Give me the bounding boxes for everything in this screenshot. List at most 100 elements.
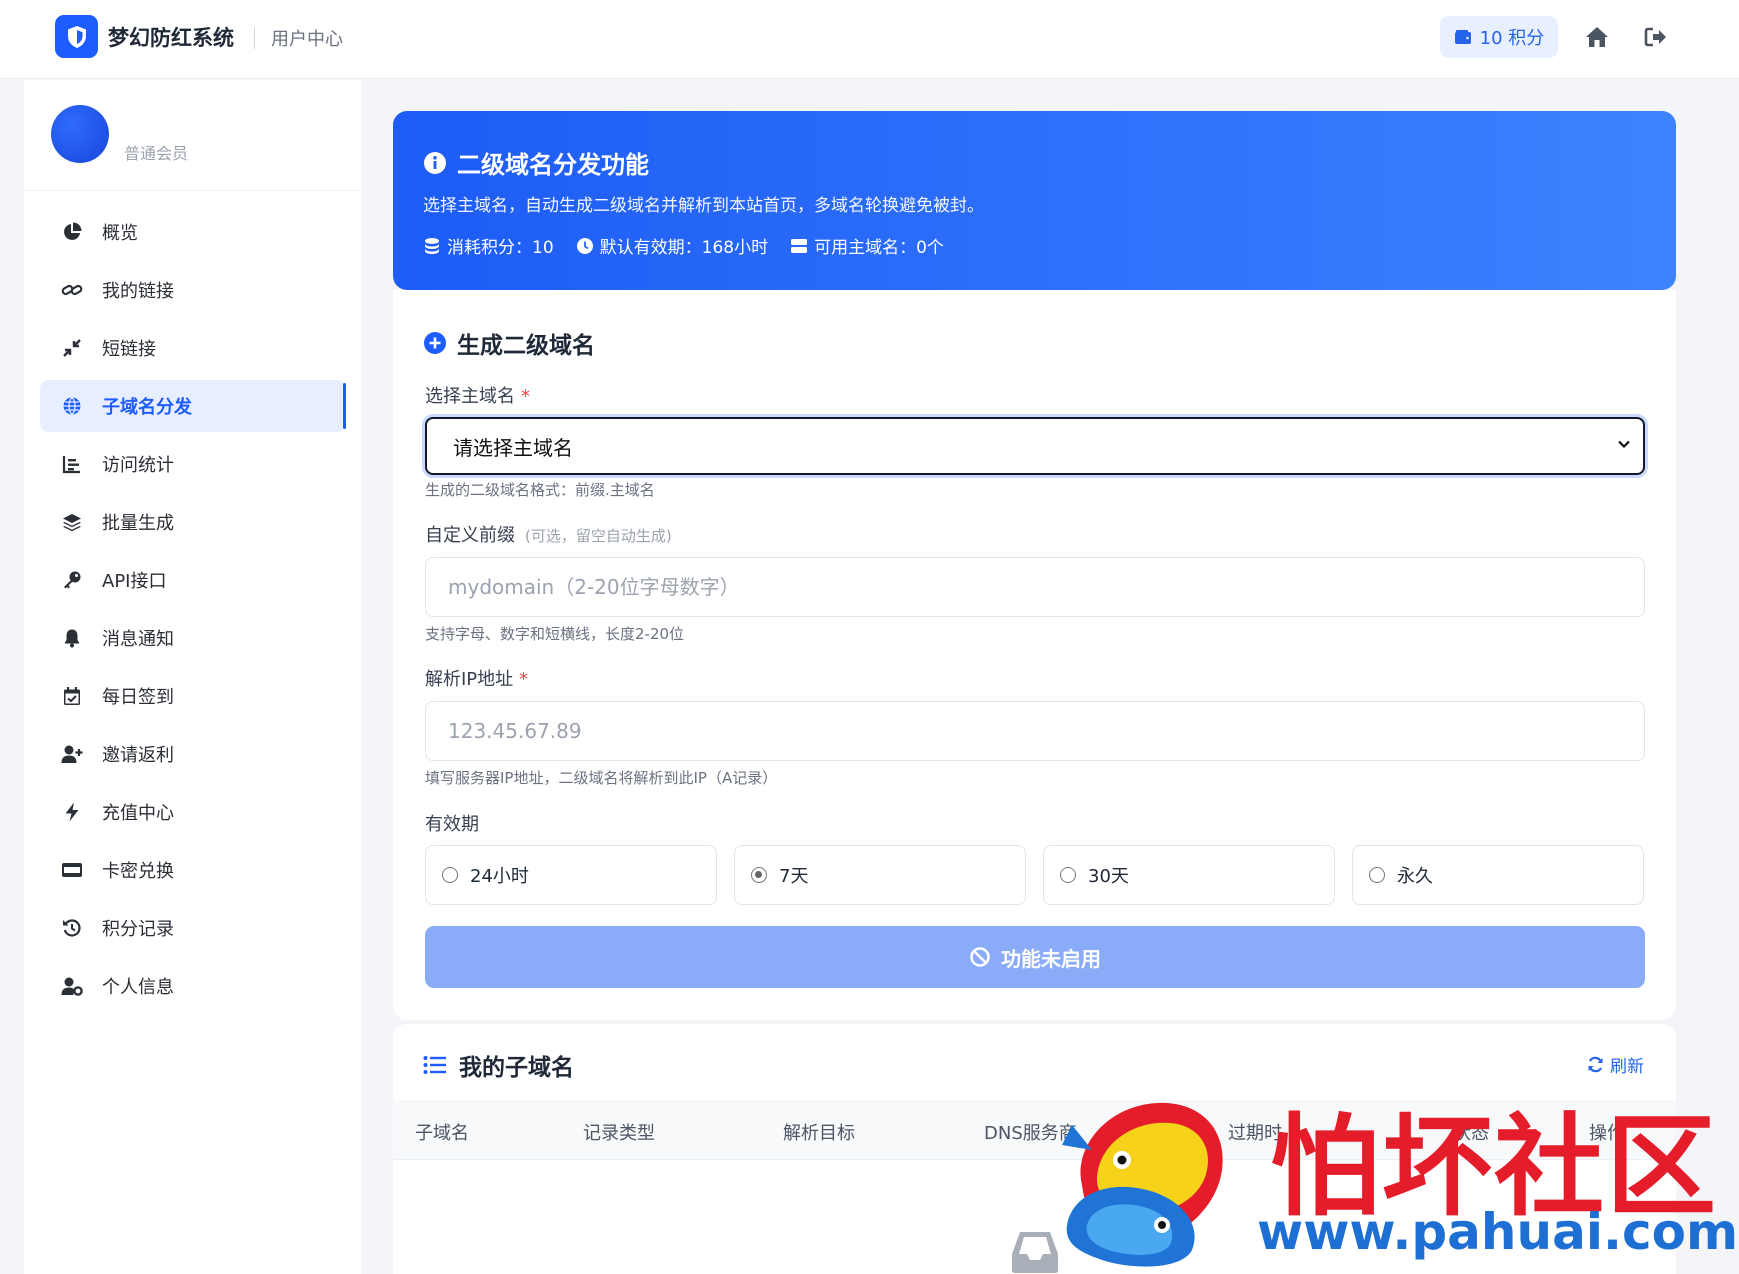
ip-input[interactable] bbox=[425, 701, 1645, 761]
sidebar-item-batch[interactable]: 批量生成 bbox=[40, 496, 346, 548]
sidebar-item-label: 积分记录 bbox=[102, 919, 174, 940]
pie-chart-icon bbox=[60, 220, 84, 244]
sidebar-item-short-link[interactable]: 短链接 bbox=[40, 322, 346, 374]
radio-button[interactable] bbox=[1369, 867, 1385, 883]
layers-icon bbox=[60, 510, 84, 534]
sidebar-item-label: 邀请返利 bbox=[102, 745, 174, 766]
form-title: 生成二级域名 bbox=[423, 326, 595, 360]
fish-logo-icon bbox=[1062, 1102, 1223, 1267]
sidebar-item-invite[interactable]: 邀请返利 bbox=[40, 728, 346, 780]
bell-icon bbox=[60, 626, 84, 650]
sidebar-item-my-links[interactable]: 我的链接 bbox=[40, 264, 346, 316]
ip-hint: 填写服务器IP地址，二级域名将解析到此IP（A记录） bbox=[425, 769, 778, 787]
bar-chart-icon bbox=[60, 452, 84, 476]
calendar-icon bbox=[60, 684, 84, 708]
info-icon bbox=[424, 151, 446, 174]
sidebar-item-label: 个人信息 bbox=[102, 977, 174, 998]
points-value: 10 积分 bbox=[1479, 28, 1545, 49]
sidebar-item-label: 批量生成 bbox=[102, 513, 174, 534]
submit-button-disabled[interactable]: 功能未启用 bbox=[425, 926, 1645, 988]
shield-logo-icon bbox=[55, 15, 98, 58]
sidebar-item-api[interactable]: API接口 bbox=[40, 554, 346, 606]
brand-divider bbox=[254, 27, 255, 49]
sidebar-item-label: 概览 bbox=[102, 223, 138, 244]
refresh-icon bbox=[1588, 1056, 1603, 1073]
sidebar-item-label: 卡密兑换 bbox=[102, 861, 174, 882]
domain-hint: 生成的二级域名格式：前缀.主域名 bbox=[425, 481, 655, 499]
prefix-optional-note: (可选，留空自动生成) bbox=[525, 527, 672, 545]
validity-label: 有效期 bbox=[425, 814, 479, 835]
radio-button[interactable] bbox=[1060, 867, 1076, 883]
sidebar-item-label: 我的链接 bbox=[102, 281, 174, 302]
sidebar-item-notifications[interactable]: 消息通知 bbox=[40, 612, 346, 664]
validity-options: 24小时 7天 30天 永久 bbox=[425, 845, 1645, 905]
sidebar-nav: 概览 我的链接 短链接 子域名分发 访问统计 批量生成 API接口 消息通知 每… bbox=[40, 206, 346, 1018]
stat-cost: 消耗积分：10 bbox=[423, 233, 554, 258]
select-value: 请选择主域名 bbox=[453, 435, 573, 460]
history-icon bbox=[60, 916, 84, 940]
banner-title-text: 二级域名分发功能 bbox=[457, 151, 649, 179]
compress-icon bbox=[60, 336, 84, 360]
link-icon bbox=[60, 278, 84, 302]
sidebar-item-checkin[interactable]: 每日签到 bbox=[40, 670, 346, 722]
radio-button[interactable] bbox=[442, 867, 458, 883]
validity-option-24h[interactable]: 24小时 bbox=[425, 845, 717, 905]
card-icon bbox=[60, 858, 84, 882]
radio-button-checked[interactable] bbox=[751, 867, 767, 883]
sidebar-item-profile[interactable]: 个人信息 bbox=[40, 960, 346, 1012]
prefix-label: 自定义前缀 (可选，留空自动生成) bbox=[425, 525, 672, 546]
server-icon bbox=[791, 238, 808, 253]
watermark: 怕坏社区 www.pahuai.com bbox=[1052, 1085, 1739, 1274]
watermark-url: www.pahuai.com bbox=[1257, 1203, 1739, 1261]
banner-stats: 消耗积分：10 默认有效期：168小时 可用主域名：0个 bbox=[423, 233, 944, 258]
sidebar-item-label: 每日签到 bbox=[102, 687, 174, 708]
sidebar-item-label: 子域名分发 bbox=[102, 397, 192, 418]
points-badge[interactable]: 10 积分 bbox=[1440, 16, 1558, 58]
validity-option-30d[interactable]: 30天 bbox=[1043, 845, 1335, 905]
required-mark: * bbox=[521, 386, 530, 407]
banner-description: 选择主域名，自动生成二级域名并解析到本站首页，多域名轮换避免被封。 bbox=[423, 196, 984, 216]
bolt-icon bbox=[60, 800, 84, 824]
sidebar: 普通会员 概览 我的链接 短链接 子域名分发 访问统计 批量生成 API接口 消… bbox=[24, 80, 361, 1274]
coins-icon bbox=[425, 237, 439, 254]
feature-banner: 二级域名分发功能 选择主域名，自动生成二级域名并解析到本站首页，多域名轮换避免被… bbox=[393, 111, 1676, 290]
sidebar-item-overview[interactable]: 概览 bbox=[40, 206, 346, 258]
ban-icon bbox=[970, 947, 990, 967]
column-header: 记录类型 bbox=[583, 1123, 655, 1144]
sidebar-item-stats[interactable]: 访问统计 bbox=[40, 438, 346, 490]
prefix-input[interactable] bbox=[425, 557, 1645, 617]
plus-circle-icon bbox=[424, 332, 446, 354]
list-title: 我的子域名 bbox=[423, 1048, 574, 1082]
sidebar-item-label: 访问统计 bbox=[102, 455, 174, 476]
sidebar-item-label: API接口 bbox=[102, 571, 167, 592]
main-domain-select[interactable]: 请选择主域名 bbox=[425, 417, 1645, 475]
prefix-hint: 支持字母、数字和短横线，长度2-20位 bbox=[425, 625, 685, 643]
sidebar-item-card-redeem[interactable]: 卡密兑换 bbox=[40, 844, 346, 896]
banner-title: 二级域名分发功能 bbox=[423, 145, 649, 180]
home-icon[interactable] bbox=[1582, 22, 1612, 52]
list-icon bbox=[423, 1056, 446, 1074]
brand-subtitle: 用户中心 bbox=[271, 29, 343, 50]
stat-validity: 默认有效期：168小时 bbox=[576, 233, 768, 258]
globe-icon bbox=[60, 394, 84, 418]
member-level: 普通会员 bbox=[124, 144, 189, 163]
sidebar-item-points-history[interactable]: 积分记录 bbox=[40, 902, 346, 954]
required-mark: * bbox=[519, 669, 529, 690]
user-cog-icon bbox=[60, 974, 84, 998]
stat-domains: 可用主域名：0个 bbox=[790, 233, 944, 258]
logout-icon[interactable] bbox=[1641, 22, 1671, 52]
generate-subdomain-card: 生成二级域名 选择主域名 * 请选择主域名 生成的二级域名格式：前缀.主域名 自定… bbox=[393, 290, 1676, 1020]
sidebar-item-subdomain[interactable]: 子域名分发 bbox=[40, 380, 346, 432]
validity-option-forever[interactable]: 永久 bbox=[1352, 845, 1644, 905]
sidebar-item-label: 消息通知 bbox=[102, 629, 174, 650]
brand-name: 梦幻防红系统 bbox=[108, 26, 234, 50]
avatar[interactable] bbox=[51, 105, 109, 163]
refresh-button[interactable]: 刷新 bbox=[1587, 1052, 1644, 1077]
validity-option-7d[interactable]: 7天 bbox=[734, 845, 1026, 905]
wallet-icon bbox=[1454, 30, 1471, 44]
column-header: 解析目标 bbox=[783, 1123, 855, 1144]
column-header: 子域名 bbox=[415, 1123, 469, 1144]
sidebar-divider bbox=[24, 190, 361, 191]
sidebar-item-recharge[interactable]: 充值中心 bbox=[40, 786, 346, 838]
domain-label: 选择主域名 * bbox=[425, 386, 530, 407]
